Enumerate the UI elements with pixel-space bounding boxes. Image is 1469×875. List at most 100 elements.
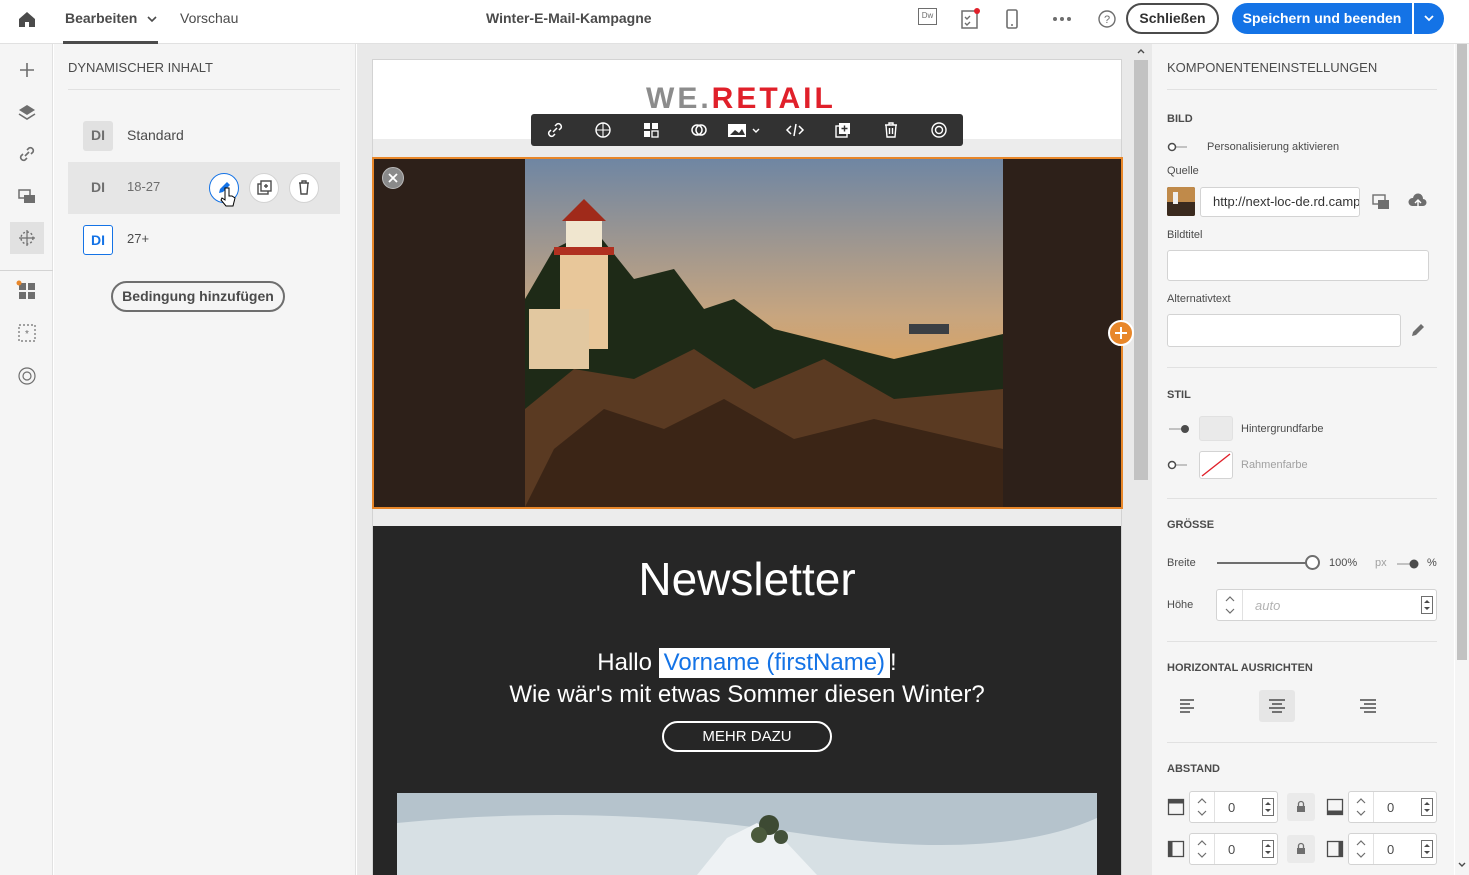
logo-part-2: RETAIL [711, 82, 836, 115]
padding-top-input[interactable]: 0 [1189, 791, 1278, 823]
dynamic-content-icon[interactable] [16, 227, 38, 249]
height-placeholder: auto [1255, 598, 1281, 613]
fragments-icon[interactable] [16, 185, 38, 207]
hero-image[interactable] [372, 157, 1123, 509]
delete-icon[interactable] [881, 120, 901, 140]
asset-library-icon[interactable] [1370, 192, 1392, 212]
list-item[interactable]: DI 27+ [68, 214, 340, 266]
add-block-button[interactable] [1108, 320, 1134, 346]
layers-icon[interactable] [16, 101, 38, 123]
components-icon[interactable] [16, 280, 38, 302]
spin-icon[interactable] [1421, 840, 1433, 858]
close-icon [388, 173, 398, 183]
padding-left-value: 0 [1228, 842, 1236, 857]
scroll-thumb[interactable] [1457, 44, 1467, 660]
delete-button[interactable] [289, 173, 319, 203]
lock-button[interactable] [1287, 793, 1315, 821]
width-value: 100% [1329, 557, 1358, 569]
padding-bottom-value: 0 [1387, 800, 1395, 815]
alt-text-input[interactable] [1167, 314, 1401, 347]
unit-toggle[interactable] [1395, 557, 1421, 571]
target-icon[interactable] [929, 120, 949, 140]
stepper-icon[interactable] [1193, 794, 1211, 820]
stepper-icon[interactable] [1352, 794, 1370, 820]
stepper-icon[interactable] [1221, 592, 1239, 618]
save-and-close-button[interactable]: Speichern und beenden [1232, 3, 1412, 34]
height-input[interactable]: auto [1216, 589, 1437, 621]
winter-image[interactable] [397, 793, 1097, 875]
list-item[interactable]: DI Standard [68, 110, 340, 162]
pencil-icon[interactable] [1408, 320, 1428, 340]
image-title-input[interactable] [1167, 250, 1429, 281]
more-icon[interactable] [1052, 8, 1072, 30]
width-slider-handle[interactable] [1305, 555, 1320, 570]
align-left-icon[interactable] [1178, 697, 1198, 715]
canvas-scrollbar[interactable] [1134, 44, 1148, 875]
cursor-icon [220, 187, 236, 207]
close-button[interactable]: Schließen [1126, 3, 1219, 34]
mobile-icon[interactable] [1002, 8, 1022, 30]
spin-icon[interactable] [1262, 798, 1274, 816]
lock-icon [1297, 800, 1305, 812]
help-icon[interactable]: ? [1097, 8, 1117, 30]
lock-button[interactable] [1287, 835, 1315, 863]
source-input[interactable]: http://next-loc-de.rd.campaign.adobe.com [1200, 187, 1360, 217]
duplicate-button[interactable] [249, 173, 279, 203]
list-item[interactable]: DI 18-27 [68, 162, 340, 214]
duplicate-icon[interactable] [833, 120, 853, 140]
link-icon[interactable] [545, 120, 565, 140]
image-thumbnail [1167, 187, 1195, 216]
chevron-down-icon[interactable] [146, 14, 158, 24]
more-button[interactable]: MEHR DAZU [662, 721, 832, 752]
home-icon[interactable] [16, 8, 38, 30]
list-item-label: Standard [127, 127, 184, 143]
link-icon[interactable] [16, 143, 38, 165]
plus-icon[interactable] [16, 59, 38, 81]
dreamweaver-icon[interactable]: Dw [918, 8, 938, 30]
upload-icon[interactable] [1407, 192, 1429, 212]
section-title: GRÖSSE [1167, 519, 1215, 531]
close-image-button[interactable] [382, 167, 404, 189]
background-color-toggle[interactable] [1167, 422, 1189, 436]
panel-scrollbar[interactable] [1455, 44, 1469, 875]
stepper-icon[interactable] [1193, 836, 1211, 862]
image-icon[interactable] [727, 120, 761, 140]
padding-left-input[interactable]: 0 [1189, 833, 1278, 865]
align-center-active[interactable] [1259, 690, 1295, 722]
border-color-toggle[interactable] [1167, 458, 1189, 472]
align-right-icon[interactable] [1358, 697, 1378, 715]
border-color-swatch[interactable] [1199, 451, 1233, 479]
personalization-field[interactable]: Vorname (firstName) [658, 648, 891, 678]
panel-title: KOMPONENTENEINSTELLUNGEN [1167, 60, 1378, 75]
logo-part-1: WE. [646, 82, 712, 115]
dynamic-content-icon[interactable] [593, 120, 613, 140]
components-icon[interactable] [641, 120, 661, 140]
scroll-up-icon[interactable] [1136, 46, 1146, 56]
width-slider-track[interactable] [1217, 562, 1315, 564]
section-title: BILD [1167, 113, 1193, 125]
unit-percent[interactable]: % [1427, 557, 1437, 569]
save-options-dropdown[interactable] [1414, 3, 1444, 34]
list-item-label: 27+ [127, 231, 150, 246]
padding-bottom-input[interactable]: 0 [1348, 791, 1437, 823]
checklist-icon[interactable] [960, 8, 980, 30]
scroll-thumb[interactable] [1134, 60, 1148, 480]
spin-icon[interactable] [1262, 840, 1274, 858]
personalize-toggle[interactable] [1167, 140, 1189, 154]
target-icon[interactable] [16, 365, 38, 387]
tab-preview[interactable]: Vorschau [180, 10, 238, 26]
background-color-swatch[interactable] [1199, 416, 1233, 441]
add-condition-button[interactable]: Bedingung hinzufügen [111, 281, 285, 312]
stepper-icon[interactable] [1352, 836, 1370, 862]
padding-right-input[interactable]: 0 [1348, 833, 1437, 865]
unit-px[interactable]: px [1375, 557, 1387, 569]
spin-icon[interactable] [1421, 596, 1433, 614]
spin-icon[interactable] [1421, 798, 1433, 816]
lighthouse-image [374, 159, 1121, 507]
spacer-block [373, 509, 1121, 526]
scroll-down-icon[interactable] [1457, 860, 1467, 870]
code-icon[interactable] [785, 120, 805, 140]
personalization-icon[interactable]: * [16, 322, 38, 344]
creative-cloud-icon[interactable] [689, 120, 709, 140]
tab-edit[interactable]: Bearbeiten [65, 10, 137, 26]
